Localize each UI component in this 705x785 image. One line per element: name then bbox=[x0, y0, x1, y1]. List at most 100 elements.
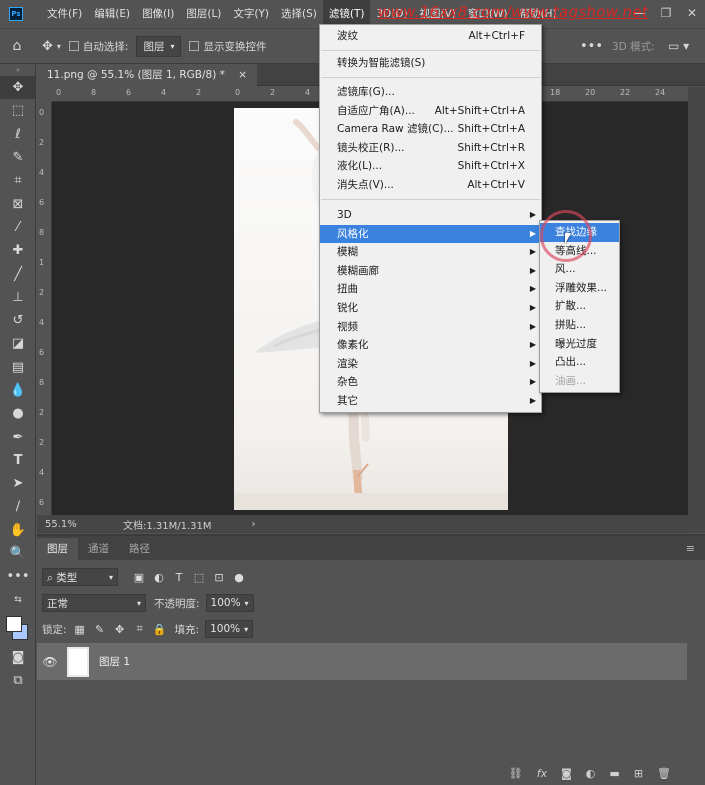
lock-transparent-icon[interactable]: ▦ bbox=[73, 623, 87, 636]
menu-edit[interactable]: 编辑(E) bbox=[88, 0, 136, 28]
zoom-tool-icon[interactable]: 🔍 bbox=[0, 542, 36, 565]
blur-tool-icon[interactable]: 💧 bbox=[0, 379, 36, 402]
noise-item[interactable]: 杂色 ▶ bbox=[320, 373, 541, 392]
menu-file[interactable]: 文件(F) bbox=[41, 0, 88, 28]
quick-mask-icon[interactable]: ◙ bbox=[0, 646, 36, 669]
diffuse-item[interactable]: 扩散... bbox=[540, 297, 619, 316]
lasso-tool-icon[interactable]: ℓ bbox=[0, 123, 36, 146]
show-transform-checkbox[interactable] bbox=[189, 41, 200, 51]
distort-item[interactable]: 扭曲 ▶ bbox=[320, 280, 541, 299]
camera-raw-filter-item[interactable]: Camera Raw 滤镜(C)... Shift+Ctrl+A bbox=[320, 120, 541, 139]
layer-row[interactable]: 👁 图层 1 bbox=[37, 643, 687, 680]
swap-colors-icon[interactable]: ⇆ bbox=[0, 589, 36, 612]
move-tool-icon[interactable]: ✥ bbox=[0, 76, 36, 100]
solarize-item[interactable]: 曝光过度 bbox=[540, 335, 619, 354]
render-item[interactable]: 渲染 ▶ bbox=[320, 355, 541, 374]
pixel-filter-icon[interactable]: ▣ bbox=[132, 571, 146, 584]
opacity-field[interactable]: 100% ▾ bbox=[205, 594, 254, 612]
adjustment-filter-icon[interactable]: ◐ bbox=[152, 571, 166, 584]
healing-brush-tool-icon[interactable]: ✚ bbox=[0, 239, 36, 262]
lock-image-icon[interactable]: ✎ bbox=[93, 623, 107, 636]
status-menu-arrow[interactable]: › bbox=[252, 519, 256, 530]
blur-gallery-item[interactable]: 模糊画廊 ▶ bbox=[320, 262, 541, 281]
link-layers-icon[interactable]: ⛓ bbox=[509, 767, 523, 780]
maximize-button[interactable]: ❐ bbox=[653, 0, 679, 26]
edit-toolbar-icon[interactable]: ••• bbox=[0, 565, 36, 588]
dodge-tool-icon[interactable]: ● bbox=[0, 402, 36, 425]
filter-last-used-item[interactable]: 波纹 Alt+Ctrl+F bbox=[320, 27, 541, 46]
new-layer-icon[interactable]: ⊞ bbox=[634, 767, 643, 780]
tab-paths[interactable]: 路径 bbox=[119, 538, 160, 560]
adaptive-wide-angle-item[interactable]: 自适应广角(A)... Alt+Shift+Ctrl+A bbox=[320, 102, 541, 121]
foreground-color-swatch[interactable] bbox=[6, 615, 22, 632]
quick-select-tool-icon[interactable]: ✎ bbox=[0, 146, 36, 169]
add-mask-icon[interactable]: ◙ bbox=[561, 767, 572, 780]
adjustment-layer-icon[interactable]: ◐ bbox=[586, 767, 596, 780]
workspace-icon[interactable]: ▭ ▾ bbox=[668, 39, 689, 53]
layer-kind-filter-dropdown[interactable]: ⌕ 类型 ▾ bbox=[42, 568, 118, 586]
eraser-tool-icon[interactable]: ◪ bbox=[0, 332, 36, 355]
layer-name[interactable]: 图层 1 bbox=[99, 654, 130, 669]
delete-layer-icon[interactable]: 🗑 bbox=[657, 767, 671, 780]
liquify-item[interactable]: 液化(L)... Shift+Ctrl+X bbox=[320, 157, 541, 176]
lock-all-icon[interactable]: 🔒 bbox=[153, 623, 167, 636]
visibility-eye-icon[interactable]: 👁 bbox=[37, 655, 63, 669]
vanishing-point-item[interactable]: 消失点(V)... Alt+Ctrl+V bbox=[320, 176, 541, 195]
tab-layers[interactable]: 图层 bbox=[37, 538, 78, 560]
line-tool-icon[interactable]: ∕ bbox=[0, 495, 36, 518]
lock-artboard-icon[interactable]: ⌗ bbox=[133, 622, 147, 636]
filter-gallery-item[interactable]: 滤镜库(G)... bbox=[320, 83, 541, 102]
marquee-tool-icon[interactable]: ⬚ bbox=[0, 99, 36, 122]
brush-tool-icon[interactable]: ╱ bbox=[0, 262, 36, 285]
layer-style-icon[interactable]: fx bbox=[537, 767, 547, 780]
tiles-item[interactable]: 拼贴... bbox=[540, 316, 619, 335]
sharpen-item[interactable]: 锐化 ▶ bbox=[320, 299, 541, 318]
auto-select-checkbox[interactable] bbox=[68, 41, 79, 51]
hand-tool-icon[interactable]: ✋ bbox=[0, 519, 36, 542]
menu-type[interactable]: 文字(Y) bbox=[227, 0, 275, 28]
close-window-button[interactable]: ✕ bbox=[679, 0, 705, 26]
document-tab[interactable]: 11.png @ 55.1% (图层 1, RGB/8) * × bbox=[37, 64, 258, 86]
home-icon[interactable]: ⌂ bbox=[0, 38, 34, 54]
frame-tool-icon[interactable]: ⊠ bbox=[0, 192, 36, 215]
wind-item[interactable]: 风... bbox=[540, 260, 619, 279]
fill-field[interactable]: 100% ▾ bbox=[205, 620, 254, 638]
video-item[interactable]: 视频 ▶ bbox=[320, 318, 541, 337]
blend-mode-dropdown[interactable]: 正常 ▾ bbox=[42, 594, 146, 612]
clone-stamp-tool-icon[interactable]: ⊥ bbox=[0, 286, 36, 309]
move-tool-icon[interactable]: ✥ ▾ bbox=[42, 39, 61, 54]
zoom-level[interactable]: 55.1% bbox=[45, 519, 95, 530]
new-group-icon[interactable]: ▬ bbox=[609, 767, 619, 780]
eyedropper-tool-icon[interactable]: ⁄ bbox=[0, 216, 36, 239]
convert-smart-filter-item[interactable]: 转换为智能滤镜(S) bbox=[320, 54, 541, 73]
auto-select-target-dropdown[interactable]: 图层 ▾ bbox=[136, 35, 182, 57]
show-transform-option[interactable]: 显示变换控件 bbox=[189, 39, 266, 54]
auto-select-option[interactable]: 自动选择: bbox=[68, 39, 128, 54]
lens-correction-item[interactable]: 镜头校正(R)... Shift+Ctrl+R bbox=[320, 139, 541, 158]
screen-mode-icon[interactable]: ⧉ bbox=[0, 669, 36, 692]
history-brush-tool-icon[interactable]: ↺ bbox=[0, 309, 36, 332]
filter-toggle-icon[interactable]: ● bbox=[232, 571, 246, 584]
color-swatches[interactable] bbox=[0, 612, 36, 646]
smart-object-filter-icon[interactable]: ⊡ bbox=[212, 571, 226, 584]
other-item[interactable]: 其它 ▶ bbox=[320, 392, 541, 411]
menu-image[interactable]: 图像(I) bbox=[136, 0, 180, 28]
menu-layer[interactable]: 图层(L) bbox=[180, 0, 227, 28]
blur-item[interactable]: 模糊 ▶ bbox=[320, 243, 541, 262]
filter-3d-item[interactable]: 3D ▶ bbox=[320, 206, 541, 225]
lock-position-icon[interactable]: ✥ bbox=[113, 623, 127, 636]
pixelate-item[interactable]: 像素化 ▶ bbox=[320, 336, 541, 355]
collapse-toolbar-icon[interactable]: » bbox=[0, 64, 36, 76]
emboss-item[interactable]: 浮雕效果... bbox=[540, 279, 619, 298]
more-options-icon[interactable]: ••• bbox=[580, 39, 603, 54]
gradient-tool-icon[interactable]: ▤ bbox=[0, 356, 36, 379]
panel-menu-icon[interactable]: ≡ bbox=[686, 542, 695, 555]
vertical-scrollbar[interactable] bbox=[688, 87, 705, 533]
stylize-item[interactable]: 风格化 ▶ bbox=[320, 224, 541, 244]
menu-select[interactable]: 选择(S) bbox=[275, 0, 323, 28]
extrude-item[interactable]: 凸出... bbox=[540, 353, 619, 372]
shape-filter-icon[interactable]: ⬚ bbox=[192, 571, 206, 584]
pen-tool-icon[interactable]: ✒ bbox=[0, 425, 36, 448]
crop-tool-icon[interactable]: ⌗ bbox=[0, 169, 36, 192]
type-tool-icon[interactable]: T bbox=[0, 449, 36, 472]
